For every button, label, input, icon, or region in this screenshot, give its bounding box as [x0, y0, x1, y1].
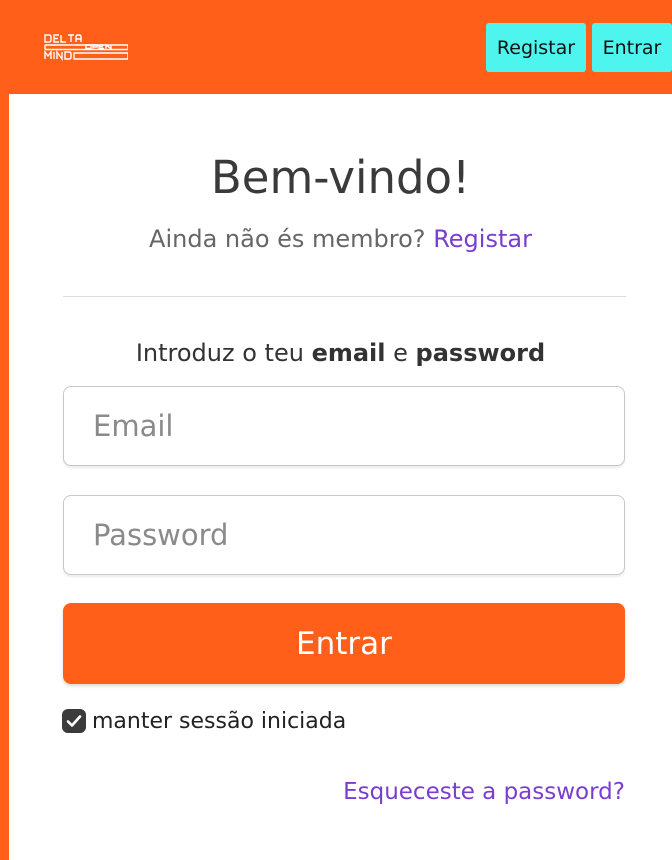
page-title: Bem-vindo! [210, 151, 471, 204]
left-accent-strip [0, 94, 9, 860]
instructions-password: password [415, 339, 546, 367]
instructions-text: Introduz o teu [135, 339, 304, 367]
email-field[interactable] [63, 386, 625, 466]
remember-me-checkbox[interactable]: manter sessão iniciada [62, 704, 346, 738]
instructions-and: e [393, 339, 408, 367]
divider [63, 296, 626, 297]
top-bar: Registar Entrar [0, 0, 672, 94]
header-register-button[interactable]: Registar [486, 23, 586, 72]
header-login-button[interactable]: Entrar [592, 23, 672, 72]
checkbox-check-icon[interactable] [62, 709, 86, 733]
register-prompt: Ainda não és membro? Registar [9, 222, 672, 256]
remember-me-label: manter sessão iniciada [92, 708, 347, 734]
login-submit-button[interactable]: Entrar [63, 603, 625, 684]
register-prompt-text: Ainda não és membro? [149, 225, 426, 253]
forgot-password-link[interactable]: Esqueceste a password? [343, 775, 625, 809]
register-link[interactable]: Registar [433, 225, 532, 253]
login-instructions: Introduz o teu email e password [9, 336, 672, 370]
instructions-email: email [311, 339, 386, 367]
password-field[interactable] [63, 495, 625, 575]
delta-open-mind-logo[interactable] [44, 34, 128, 64]
